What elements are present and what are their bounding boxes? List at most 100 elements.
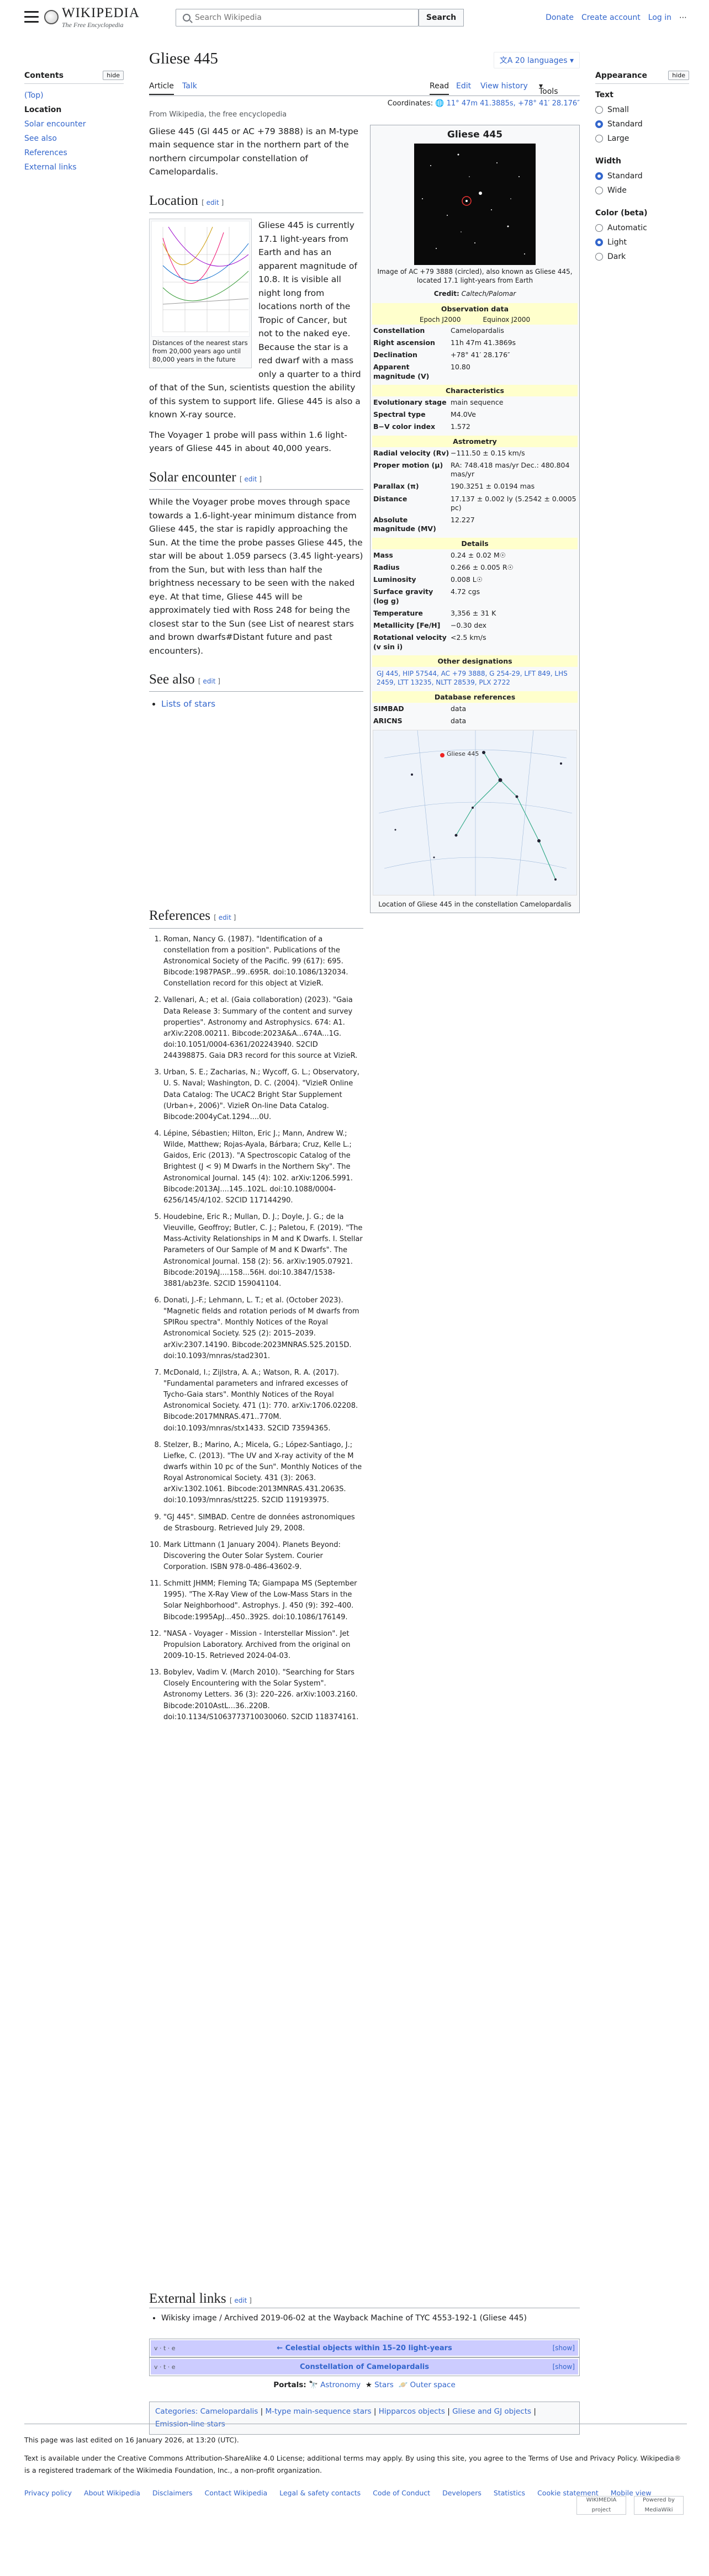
footer-link[interactable]: Code of Conduct [373,2487,430,2500]
tab-edit[interactable]: Edit [456,82,471,91]
wikipedia-globe-logo[interactable] [44,10,59,24]
navbox-show-button[interactable]: [show] [553,2363,575,2371]
tab-read[interactable]: Read [430,82,449,95]
det-row: Luminosity 0.008 L☉ [372,574,578,586]
tab-talk[interactable]: Talk [182,82,197,91]
footer-link[interactable]: Developers [442,2487,482,2500]
article-body: Gliese 445 (Gl 445 or AC +79 3888) is an… [149,125,363,711]
color-automatic-option[interactable]: Automatic [595,221,689,235]
categories-label[interactable]: Categories: [155,2407,198,2416]
equinox[interactable]: Equinox J2000 [483,316,530,324]
footer-link[interactable]: Statistics [494,2487,525,2500]
edit-link[interactable]: [ edit ] [230,2297,252,2304]
constellation-finder-chart[interactable]: Gliese 445 [373,729,577,896]
det-row: Mass 0.24 ± 0.02 M☉ [372,549,578,561]
navbox-vte[interactable]: v · t · e [154,2363,176,2371]
language-button[interactable]: 文A 20 languages ▾ [493,52,580,68]
text-standard-option[interactable]: Standard [595,117,689,131]
radio-selected-icon[interactable] [595,238,603,246]
row-label: Right ascension [373,338,435,347]
color-dark-option[interactable]: Dark [595,250,689,264]
radio-icon[interactable] [595,106,603,114]
reference-item: Urban, S. E.; Zacharias, N.; Wycoff, G. … [163,1067,363,1123]
wordmark[interactable]: WIKIPEDIA [62,6,140,21]
color-light-option[interactable]: Light [595,235,689,250]
footer-link[interactable]: Disclaimers [152,2487,193,2500]
footer-link[interactable]: Legal & safety contacts [279,2487,361,2500]
category-item[interactable]: Hipparcos objects [379,2407,445,2416]
footer-link[interactable]: Privacy policy [24,2487,72,2500]
row-label: Metallicity [Fe/H] [373,621,441,630]
width-wide-option[interactable]: Wide [595,183,689,198]
option-label: Standard [607,120,643,129]
radio-icon[interactable] [595,253,603,261]
footer-link[interactable]: Contact Wikipedia [205,2487,268,2500]
coordinates-link[interactable]: 11° 47m 41.3885s, +78° 41′ 28.176″ [447,99,580,108]
toc-item-external-links[interactable]: External links [24,160,124,174]
tab-view-history[interactable]: View history [480,82,528,91]
text-large-option[interactable]: Large [595,131,689,146]
finder-chart-caption: Location of Gliese 445 in the constellat… [378,900,572,908]
mediawiki-badge[interactable]: Powered by MediaWiki [634,2496,684,2515]
navbox-show-button[interactable]: [show] [553,2344,575,2352]
epoch[interactable]: Epoch J2000 [420,316,461,324]
details-rows: Mass 0.24 ± 0.02 M☉ Radius 0.266 ± 0.005 R☉… [372,549,578,653]
edit-label[interactable]: edit [234,2297,247,2304]
portal-astronomy[interactable]: Astronomy [320,2381,361,2389]
toc-item-location[interactable]: Location [24,103,124,117]
wikimedia-badge[interactable]: WIKIMEDIA project [576,2496,626,2515]
portal-outer-space[interactable]: Outer space [410,2381,456,2389]
distance-chart-thumbnail[interactable]: Distances of the nearest stars from 20,0… [149,219,252,369]
star-field-image[interactable] [414,144,536,265]
radio-icon[interactable] [595,224,603,232]
option-label: Light [607,238,627,247]
footer-link[interactable]: About Wikipedia [84,2487,140,2500]
distance-chart-image[interactable] [151,221,250,337]
width-standard-option[interactable]: Standard [595,169,689,183]
portal-stars[interactable]: Stars [374,2381,394,2389]
edit-link[interactable]: [ edit ] [202,199,224,206]
search-box[interactable] [176,9,419,26]
category-item[interactable]: Gliese and GJ objects [452,2407,531,2416]
edit-link[interactable]: [ edit ] [240,475,262,483]
navbox-title[interactable]: Constellation of Camelopardalis [300,2363,429,2371]
radio-selected-icon[interactable] [595,120,603,128]
edit-label[interactable]: edit [203,677,215,685]
donate-link[interactable]: Donate [546,13,574,22]
text-small-option[interactable]: Small [595,103,689,117]
main-menu-icon[interactable] [24,11,39,23]
det-row: Surface gravity (log g) 4.72 cgs [372,586,578,607]
edit-label[interactable]: edit [244,475,257,483]
row-value: 3,356 ± 31 K [451,608,496,617]
search-input[interactable] [195,13,418,22]
external-link-item[interactable]: Wikisky image / Archived 2019-06-02 at t… [161,2314,580,2323]
toc-item-see-also[interactable]: See also [24,131,124,146]
search-button[interactable]: Search [419,9,464,26]
navbox-title[interactable]: ← Celestial objects within 15–20 light-y… [277,2344,452,2352]
radio-icon[interactable] [595,135,603,142]
page-title: Gliese 445 [149,50,218,67]
reference-item: Donati, J.-F.; Lehmann, L. T.; et al. (O… [163,1295,363,1362]
category-item[interactable]: Camelopardalis [200,2407,258,2416]
toc-item-top[interactable]: (Top) [24,88,124,103]
edit-label[interactable]: edit [207,199,219,206]
appearance-hide-button[interactable]: hide [668,71,689,80]
edit-link[interactable]: [ edit ] [198,677,220,685]
more-options-icon[interactable]: ⋯ [679,13,687,22]
toc-item-references[interactable]: References [24,146,124,160]
radio-icon[interactable] [595,187,603,194]
edit-label[interactable]: edit [219,914,231,921]
create-account-link[interactable]: Create account [581,13,641,22]
category-item[interactable]: M-type main-sequence stars [265,2407,371,2416]
tab-article[interactable]: Article [149,82,174,95]
navbox-vte[interactable]: v · t · e [154,2345,176,2352]
log-in-link[interactable]: Log in [648,13,671,22]
toc-hide-button[interactable]: hide [103,71,124,80]
location-paragraph-2: The Voyager 1 probe will pass within 1.6… [149,430,347,454]
other-designations[interactable]: GJ 445, HIP 57544, AC +79 3888, G 254-29… [372,667,578,689]
radio-selected-icon[interactable] [595,172,603,180]
tab-tools[interactable]: Tools ▾ [539,82,558,96]
toc-item-solar-encounter[interactable]: Solar encounter [24,117,124,131]
edit-link[interactable]: [ edit ] [214,914,236,921]
see-also-item[interactable]: Lists of stars [161,699,215,709]
